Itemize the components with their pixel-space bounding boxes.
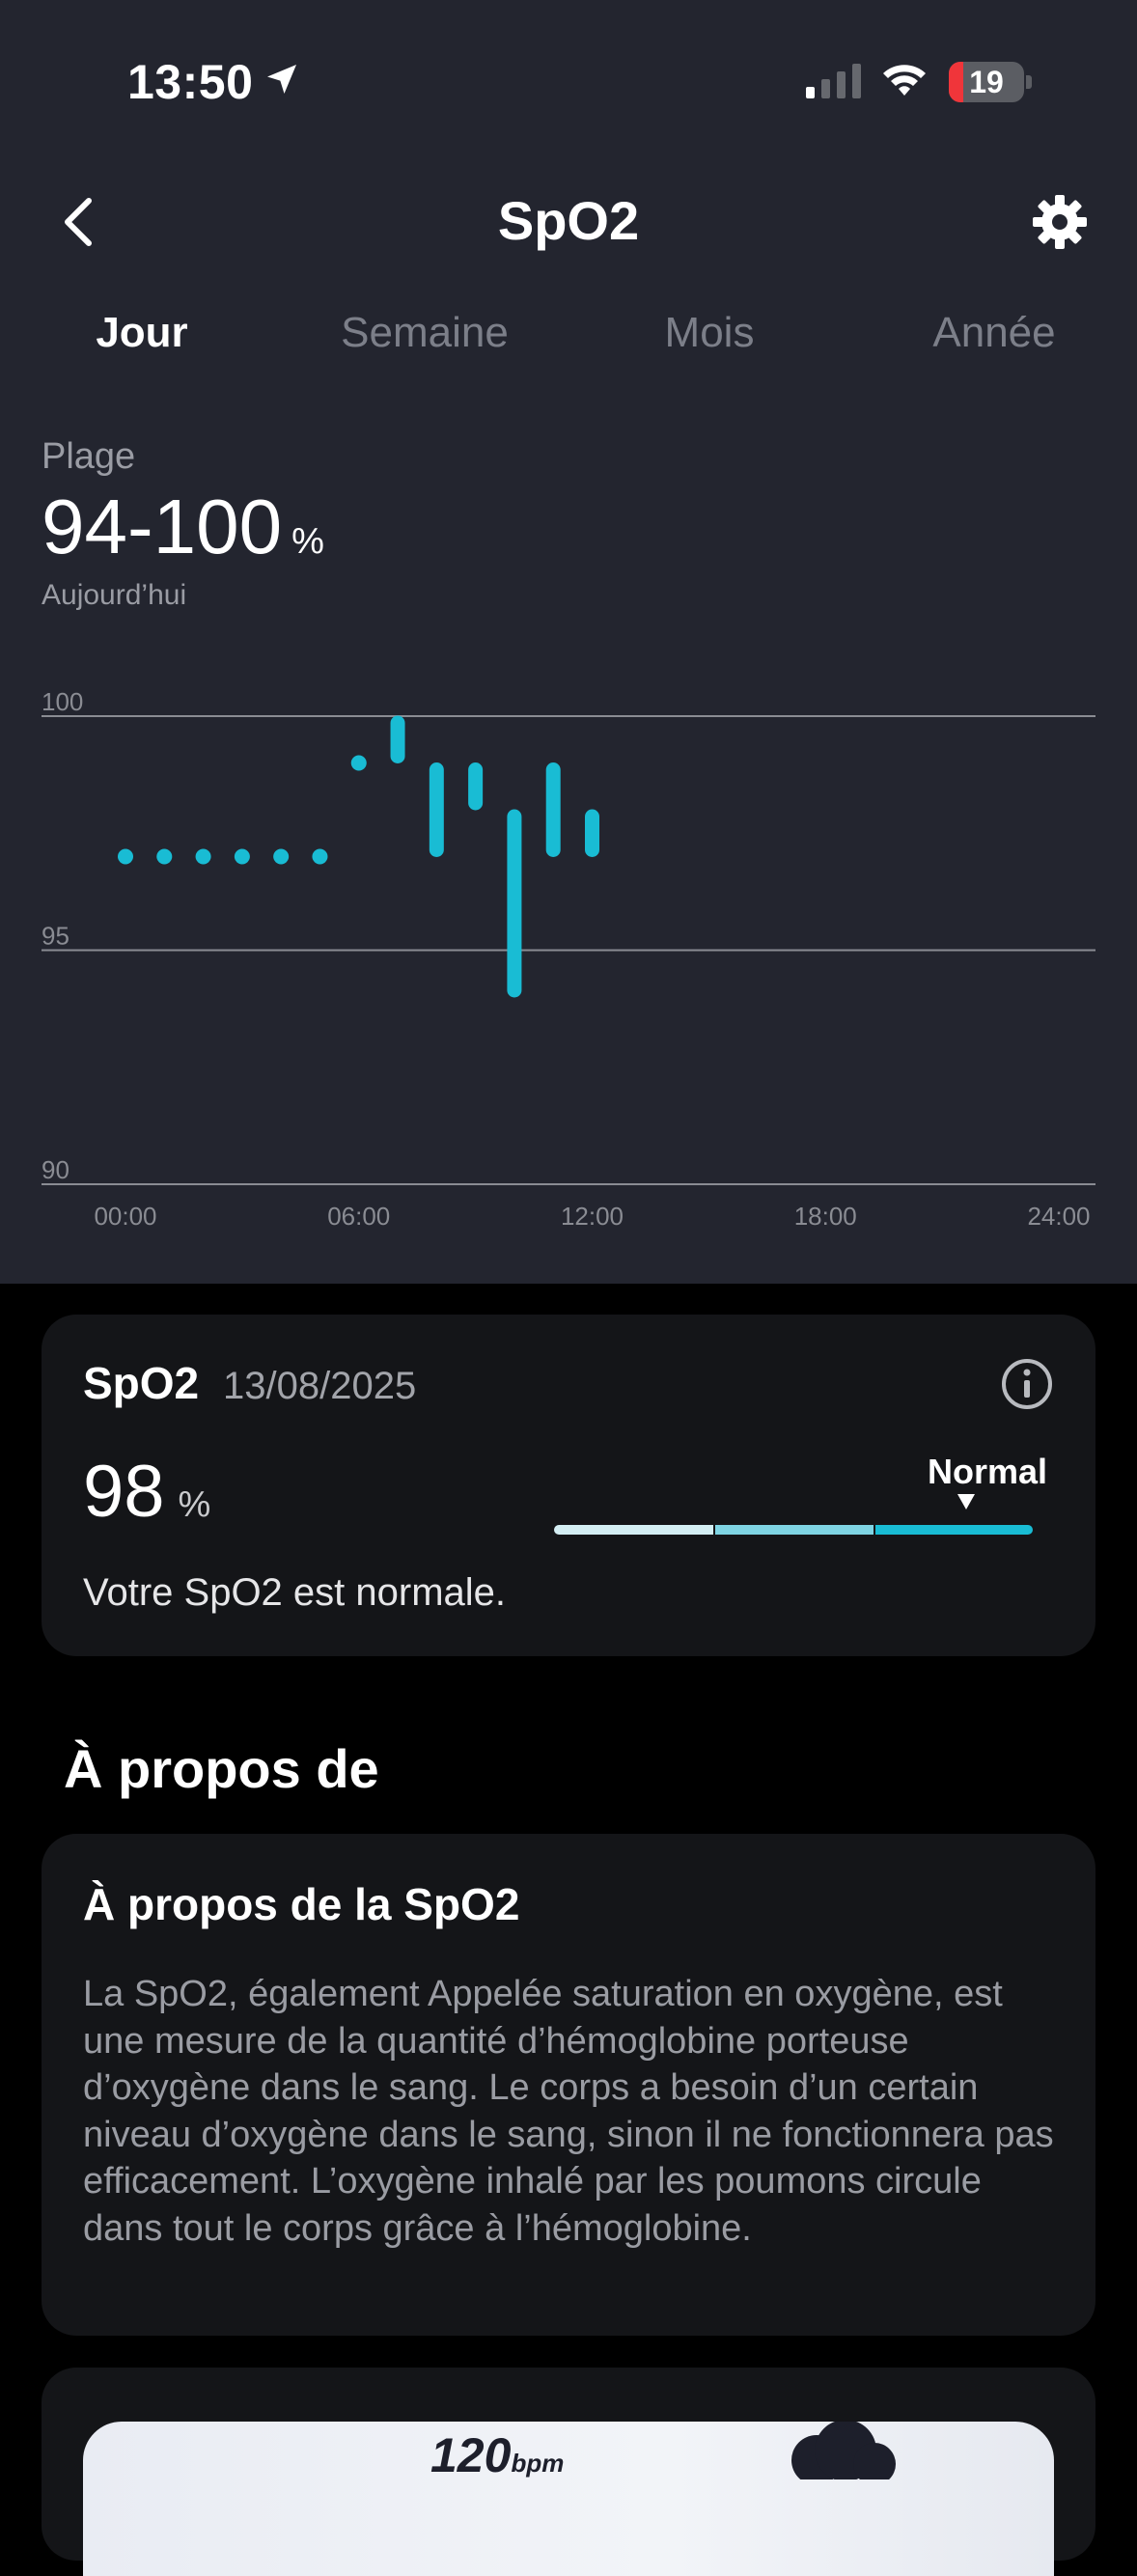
data-point [234,848,250,865]
info-icon[interactable] [1000,1357,1054,1411]
scale-segment-low [554,1525,714,1535]
data-point [156,848,173,865]
spo2-number: 98 [83,1451,165,1533]
status-message: Votre SpO2 est normale. [83,1571,507,1614]
about-card[interactable]: À propos de la SpO2 La SpO2, également A… [42,1834,1095,2336]
y-tick-label: 95 [42,922,69,951]
tab-annee[interactable]: Année [874,309,1115,357]
data-point [195,848,211,865]
range-label: Plage [42,436,136,477]
gear-icon[interactable] [1031,193,1089,251]
cloud-icon [791,2422,896,2479]
range-number: 94-100 [42,484,283,569]
card-date: 13/08/2025 [223,1365,417,1407]
range-value: 94-100% [42,483,324,571]
y-tick-label: 100 [42,687,83,716]
data-point [273,848,290,865]
x-tick-label: 18:00 [794,1202,857,1231]
section-title: À propos de [64,1738,379,1799]
promo-number: 120bpm [430,2427,564,2483]
data-point [350,755,367,771]
spo2-range-chart: 100 95 90 00:00 06:00 12:00 18:00 24:00 [42,687,1095,1231]
spo2-value: 98% [83,1450,210,1534]
latest-reading-card: SpO2 13/08/2025 98% Normal Votre SpO2 es… [42,1315,1095,1656]
spo2-unit: % [178,1484,211,1525]
y-tick-label: 90 [42,1155,69,1184]
x-tick-label: 06:00 [327,1202,390,1231]
page-title: SpO2 [497,190,640,251]
promo-value: 120 [430,2428,512,2482]
data-point [118,848,133,865]
range-date: Aujourd’hui [42,579,187,611]
x-tick-label: 24:00 [1027,1202,1090,1231]
promo-card[interactable]: 120bpm [42,2368,1095,2576]
promo-unit: bpm [511,2449,565,2478]
promo-image: 120bpm [83,2422,1054,2576]
status-time: 13:50 [127,55,254,109]
data-point [312,848,328,865]
battery-level: 19 [969,65,1004,99]
cellular-signal-icon [806,64,861,98]
period-tabs: Jour Semaine Mois Année [0,309,1137,376]
tab-mois[interactable]: Mois [589,309,830,357]
x-tick-label: 00:00 [94,1202,156,1231]
tab-semaine[interactable]: Semaine [304,309,545,357]
chevron-left-icon[interactable] [56,193,104,251]
status-label: Normal [927,1452,1048,1491]
status-scale [554,1525,1033,1535]
scale-segment-normal [874,1525,1033,1535]
tab-jour[interactable]: Jour [21,309,263,357]
status-marker-icon [957,1494,975,1510]
scale-segment-mid [715,1525,874,1535]
wifi-icon [883,65,926,96]
range-unit: % [291,521,324,562]
about-card-body: La SpO2, également Appelée saturation en… [83,1974,1054,2249]
card-title: SpO2 [83,1358,200,1408]
x-tick-label: 12:00 [561,1202,624,1231]
about-card-title: À propos de la SpO2 [83,1879,520,1929]
location-arrow-icon [267,65,296,94]
battery-indicator: 19 [949,62,1034,102]
